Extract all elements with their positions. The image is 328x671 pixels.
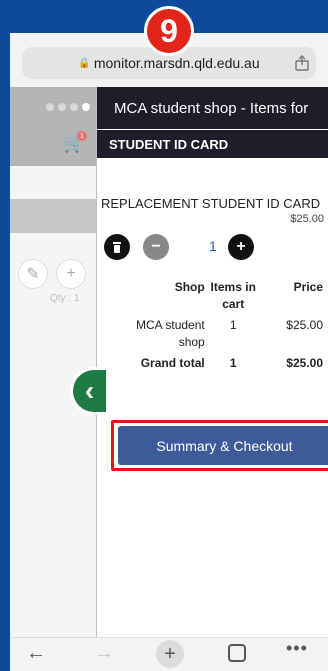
background-header: 🛒 1 — [10, 87, 96, 166]
decrement-button[interactable]: − — [143, 234, 169, 260]
row-shop: MCA student shop — [136, 318, 205, 349]
pencil-icon: ✎ — [18, 259, 48, 289]
column-header-shop: Shop — [174, 280, 205, 294]
grand-total-price: $25.00 — [286, 356, 323, 370]
summary-checkout-button[interactable]: Summary & Checkout — [118, 426, 328, 465]
row-items: 1 — [229, 318, 237, 332]
tabs-icon[interactable] — [228, 644, 246, 662]
grand-total-row: Grand total 1 $25.00 — [117, 353, 325, 374]
url-text: monitor.marsdn.qld.edu.au — [93, 55, 260, 71]
increment-button[interactable]: + — [228, 234, 254, 260]
new-tab-plus-icon[interactable]: + — [156, 640, 184, 668]
trash-icon[interactable] — [104, 234, 130, 260]
more-icon[interactable]: ••• — [286, 638, 308, 659]
panel-title: MCA student shop - Items for — [97, 87, 328, 129]
back-arrow-icon[interactable]: ← — [26, 642, 46, 665]
item-price: $25.00 — [290, 213, 324, 225]
quantity-stepper: − 1 + — [97, 234, 328, 260]
browser-toolbar: ← → + ••• — [10, 637, 328, 671]
share-icon[interactable] — [295, 55, 309, 71]
column-header-price: Price — [293, 280, 323, 294]
grand-total-items: 1 — [229, 356, 237, 370]
quantity-value: 1 — [209, 238, 217, 254]
item-name: REPLACEMENT STUDENT ID CARD — [101, 196, 321, 211]
lock-icon: 🔒 — [78, 57, 91, 69]
menu-dots — [46, 103, 90, 111]
background-band — [10, 199, 96, 233]
forward-arrow-icon[interactable]: → — [94, 642, 114, 665]
step-number-badge: 9 — [144, 6, 194, 56]
cart-summary-table: Shop Items in cart Price MCA student sho… — [117, 277, 325, 374]
section-title: STUDENT ID CARD — [97, 130, 328, 158]
plus-icon: + — [56, 259, 86, 289]
grand-total-label: Grand total — [140, 356, 205, 370]
cart-count-badge: 1 — [77, 131, 87, 141]
phone-screen: 🔒 monitor.marsdn.qld.edu.au 🛒 1 ✎ + Qty … — [10, 33, 328, 671]
table-row: MCA student shop 1 $25.00 — [117, 315, 325, 353]
background-qty-label: Qty : 1 — [50, 293, 80, 304]
row-price: $25.00 — [286, 318, 323, 332]
cart-panel: MCA student shop - Items for STUDENT ID … — [96, 87, 328, 671]
column-header-items: Items in cart — [210, 280, 256, 311]
